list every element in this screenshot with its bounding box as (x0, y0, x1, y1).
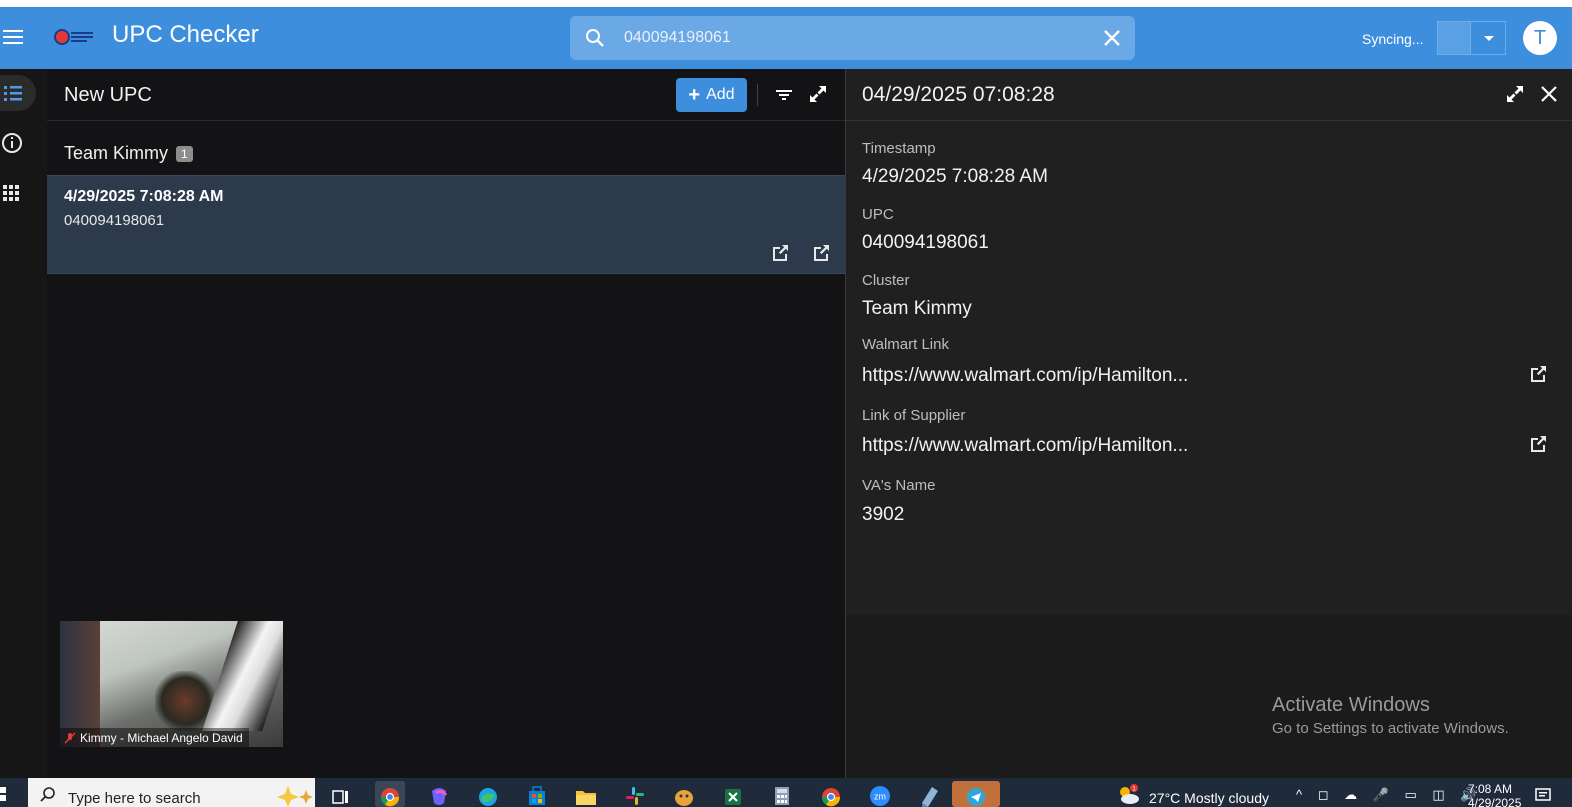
open-walmart-link-icon[interactable] (1527, 363, 1549, 385)
open-supplier-link-icon[interactable] (1527, 433, 1549, 455)
detail-panel: 04/29/2025 07:08:28 Timestamp 4/29/2025 … (846, 69, 1572, 615)
copilot-icon[interactable] (424, 781, 454, 807)
clock-date: 4/29/2025 (1468, 796, 1522, 807)
store-icon[interactable] (522, 781, 552, 807)
search-icon (584, 27, 606, 49)
open-supplier-link-icon[interactable] (810, 242, 832, 264)
field-label-timestamp: Timestamp (862, 140, 936, 157)
clear-search-icon[interactable] (1101, 27, 1123, 49)
expand-icon[interactable] (1504, 83, 1526, 105)
field-label-va-name: VA's Name (862, 477, 936, 494)
task-view-icon[interactable] (326, 781, 356, 807)
add-button-label: Add (706, 86, 735, 103)
field-value-supplier-link[interactable]: https://www.walmart.com/ip/Hamilton... (862, 435, 1188, 457)
group-header[interactable]: Team Kimmy 1 (64, 143, 193, 164)
app-logo (54, 27, 94, 47)
sync-status: Syncing... (1362, 31, 1424, 47)
expand-icon[interactable] (807, 83, 829, 105)
edge-icon[interactable] (473, 781, 503, 807)
video-call-thumbnail[interactable]: Kimmy - Michael Angelo David (60, 621, 283, 747)
excel-icon[interactable] (718, 781, 748, 807)
group-name: Team Kimmy (64, 143, 169, 163)
participant-name: Kimmy - Michael Angelo David (80, 730, 243, 745)
watermark-subtitle: Go to Settings to activate Windows. (1272, 720, 1509, 737)
weather-cloudy-icon[interactable]: 1 (1114, 782, 1142, 806)
system-tray[interactable]: ^ ◻ ☁ 🎤 ▭ ◫ 🔊 (1296, 787, 1483, 803)
apps-grid-icon[interactable] (0, 175, 36, 211)
participant-label: Kimmy - Michael Angelo David (60, 728, 249, 747)
list-title: New UPC (64, 84, 152, 106)
file-explorer-icon[interactable] (571, 781, 601, 807)
taskbar-search-placeholder: Type here to search (68, 790, 201, 807)
open-walmart-link-icon[interactable] (769, 242, 791, 264)
menu-icon[interactable] (2, 26, 24, 48)
field-label-cluster: Cluster (862, 272, 910, 289)
group-count-badge: 1 (176, 145, 193, 162)
list-header: New UPC + Add (47, 69, 845, 121)
window-top-strip (0, 0, 1572, 7)
chevron-down-icon (1484, 36, 1494, 41)
field-value-walmart-link[interactable]: https://www.walmart.com/ip/Hamilton... (862, 365, 1188, 387)
detail-header: 04/29/2025 07:08:28 (846, 69, 1572, 121)
field-label-supplier-link: Link of Supplier (862, 407, 966, 424)
clock-time: 7:08 AM (1468, 782, 1513, 796)
add-button[interactable]: + Add (676, 78, 747, 112)
sync-dropdown-button[interactable] (1470, 21, 1506, 55)
header-divider (757, 84, 758, 106)
sparkle-icon (274, 782, 318, 807)
search-input[interactable] (624, 16, 1084, 60)
filter-icon[interactable] (773, 84, 795, 106)
list-item[interactable]: 4/29/2025 7:08:28 AM 040094198061 (47, 175, 845, 274)
detail-title: 04/29/2025 07:08:28 (862, 83, 1055, 106)
calculator-icon[interactable] (767, 781, 797, 807)
side-rail (0, 69, 47, 778)
windows-taskbar: Type here to search zm 1 27°C Mostly clo… (0, 778, 1572, 807)
field-label-walmart-link: Walmart Link (862, 336, 949, 353)
zoom-icon[interactable]: zm (865, 781, 895, 807)
field-value-upc: 040094198061 (862, 232, 989, 253)
plus-icon: + (688, 84, 701, 106)
avatar[interactable]: T (1523, 21, 1557, 55)
mic-off-icon (64, 731, 76, 744)
chrome-profile-icon[interactable] (816, 781, 846, 807)
slack-icon[interactable] (620, 781, 650, 807)
weather-text[interactable]: 27°C Mostly cloudy (1149, 790, 1269, 806)
notes-app-icon[interactable] (914, 781, 944, 807)
search-icon (40, 786, 56, 802)
sync-button[interactable] (1437, 21, 1470, 55)
app-mascot-icon[interactable] (669, 781, 699, 807)
taskbar-clock[interactable]: 7:08 AM 4/29/2025 (1468, 782, 1521, 807)
taskbar-search[interactable]: Type here to search (28, 778, 315, 807)
notification-icon[interactable] (1534, 786, 1552, 804)
search-bar[interactable] (570, 16, 1135, 60)
close-icon[interactable] (1538, 83, 1560, 105)
telegram-icon[interactable] (952, 781, 1000, 807)
field-label-upc: UPC (862, 206, 894, 223)
app-bar: UPC Checker Syncing... T (0, 7, 1572, 69)
app-title: UPC Checker (112, 21, 259, 48)
windows-start-icon[interactable] (0, 778, 28, 807)
chrome-icon[interactable] (375, 781, 405, 807)
info-icon[interactable] (0, 125, 36, 161)
field-value-va-name: 3902 (862, 504, 905, 525)
watermark-title: Activate Windows (1272, 694, 1430, 716)
activate-windows-watermark: Activate Windows Go to Settings to activ… (1272, 694, 1509, 737)
rail-item-list[interactable] (0, 75, 36, 111)
svg-text:zm: zm (874, 792, 886, 802)
item-timestamp: 4/29/2025 7:08:28 AM (64, 188, 224, 205)
field-value-cluster: Team Kimmy (862, 298, 972, 319)
field-value-timestamp: 4/29/2025 7:08:28 AM (862, 166, 1048, 187)
item-upc: 040094198061 (64, 212, 165, 229)
